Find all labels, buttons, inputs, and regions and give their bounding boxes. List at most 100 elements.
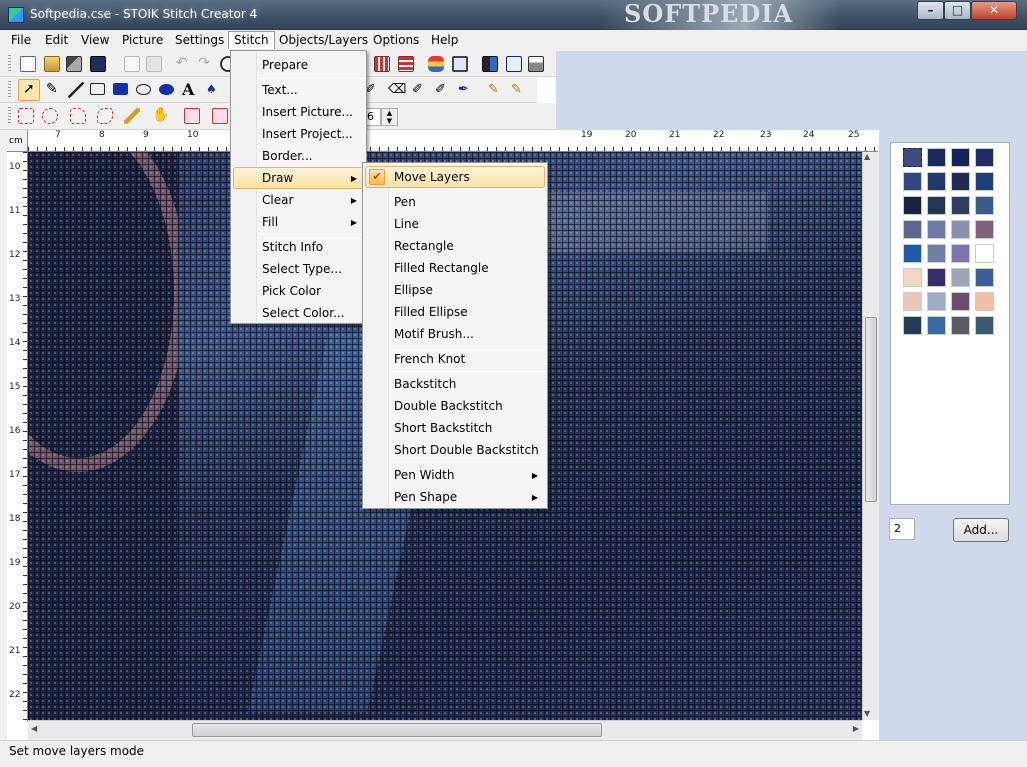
- minimize-button[interactable]: –: [917, 1, 944, 20]
- palette-swatch[interactable]: [951, 244, 970, 263]
- ellipse-select-icon[interactable]: [42, 108, 58, 124]
- menu-item-motif-brush[interactable]: Motif Brush...: [365, 323, 545, 345]
- vertical-scroll-thumb[interactable]: [865, 317, 877, 502]
- menu-item-insert-project[interactable]: Insert Project...: [233, 123, 364, 145]
- close-button[interactable]: ✕: [971, 1, 1017, 20]
- menu-settings[interactable]: Settings: [170, 32, 229, 50]
- new-page-icon[interactable]: [124, 56, 140, 72]
- palette-swatch[interactable]: [927, 292, 946, 311]
- app-icon[interactable]: [8, 7, 24, 23]
- palette-swatch[interactable]: [951, 196, 970, 215]
- palette-swatch[interactable]: [903, 292, 922, 311]
- line-tool-icon[interactable]: [68, 82, 84, 98]
- palette-swatch[interactable]: [927, 196, 946, 215]
- palette-swatch-selected[interactable]: [903, 148, 922, 167]
- grid-view-icon[interactable]: [374, 56, 390, 72]
- freehand-select-icon[interactable]: [97, 108, 113, 124]
- menu-item-french-knot[interactable]: French Knot: [365, 348, 545, 370]
- palette-swatch[interactable]: [975, 196, 994, 215]
- palette-count-input[interactable]: 2: [889, 518, 915, 540]
- menu-item-draw[interactable]: Draw ▶: [233, 167, 364, 189]
- add-color-button[interactable]: Add...: [953, 518, 1009, 542]
- menu-item-pick-color[interactable]: Pick Color: [233, 280, 364, 302]
- menu-item-select-type[interactable]: Select Type...: [233, 258, 364, 280]
- palette-swatch[interactable]: [927, 172, 946, 191]
- palette-swatch[interactable]: [927, 316, 946, 335]
- motif-brush-icon[interactable]: ♠: [206, 82, 222, 98]
- palette-swatch[interactable]: [903, 244, 922, 263]
- polygon-select-icon[interactable]: [70, 108, 86, 124]
- menu-item-rectangle[interactable]: Rectangle: [365, 235, 545, 257]
- toolbar-grip[interactable]: [8, 55, 11, 73]
- palette-swatch[interactable]: [951, 268, 970, 287]
- color-layers-icon[interactable]: [428, 56, 444, 72]
- menu-item-insert-picture[interactable]: Insert Picture...: [233, 101, 364, 123]
- menu-item-pen[interactable]: Pen: [365, 191, 545, 213]
- open-folder-icon[interactable]: [44, 56, 60, 72]
- undo-icon[interactable]: ↶: [176, 56, 192, 72]
- rect-select-icon[interactable]: [18, 108, 34, 124]
- scroll-down-icon[interactable]: ▼: [864, 709, 870, 718]
- pan-hand-icon[interactable]: ✋: [152, 107, 169, 123]
- deselect-icon[interactable]: [212, 108, 228, 124]
- book-icon[interactable]: [482, 56, 498, 72]
- vertical-scrollbar[interactable]: ▲ ▼: [862, 152, 879, 720]
- new-file-icon[interactable]: [20, 56, 36, 72]
- menu-item-pen-shape[interactable]: Pen Shape ▶: [365, 486, 545, 508]
- palette-swatch[interactable]: [903, 172, 922, 191]
- menu-view[interactable]: View: [76, 32, 114, 50]
- menu-item-ellipse[interactable]: Ellipse: [365, 279, 545, 301]
- toolbar-grip[interactable]: [8, 107, 11, 125]
- eraser-tool-icon[interactable]: ⌫: [388, 82, 406, 98]
- palette-swatch[interactable]: [951, 292, 970, 311]
- zoom-spinner[interactable]: ▲ ▼: [381, 108, 398, 126]
- select-color-icon[interactable]: ✎: [511, 82, 527, 98]
- menu-item-filled-ellipse[interactable]: Filled Ellipse: [365, 301, 545, 323]
- scroll-up-icon[interactable]: ▲: [864, 152, 870, 161]
- menu-item-line[interactable]: Line: [365, 213, 545, 235]
- menu-item-clear[interactable]: Clear ▶: [233, 189, 364, 211]
- menu-help[interactable]: Help: [426, 32, 463, 50]
- palette-swatch[interactable]: [927, 148, 946, 167]
- horizontal-scrollbar[interactable]: ◀ ▶: [28, 720, 862, 740]
- menu-item-move-layers[interactable]: ✔ Move Layers: [365, 166, 545, 188]
- menu-item-filled-rectangle[interactable]: Filled Rectangle: [365, 257, 545, 279]
- redo-icon[interactable]: ↷: [198, 56, 214, 72]
- pen-tool-icon[interactable]: ✎: [46, 82, 62, 98]
- scroll-left-icon[interactable]: ◀: [31, 724, 37, 733]
- horizontal-scroll-thumb[interactable]: [192, 723, 602, 737]
- menu-item-double-backstitch[interactable]: Double Backstitch: [365, 395, 545, 417]
- save-icon[interactable]: [90, 56, 106, 72]
- menu-file[interactable]: File: [6, 32, 36, 50]
- palette-swatch[interactable]: [951, 172, 970, 191]
- magic-wand-icon[interactable]: [124, 108, 140, 124]
- menu-item-select-color[interactable]: Select Color...: [233, 302, 364, 324]
- palette-swatch[interactable]: [927, 220, 946, 239]
- scroll-right-icon[interactable]: ▶: [853, 724, 859, 733]
- print-icon[interactable]: [528, 56, 544, 72]
- menu-item-short-backstitch[interactable]: Short Backstitch: [365, 417, 545, 439]
- select-all-icon[interactable]: [184, 108, 200, 124]
- palette-swatch[interactable]: [975, 220, 994, 239]
- fit-page-icon[interactable]: [452, 56, 468, 72]
- double-backstitch-icon[interactable]: ✐: [435, 82, 451, 98]
- copy-icon[interactable]: [146, 56, 162, 72]
- menu-options[interactable]: Options: [368, 32, 424, 50]
- ellipse-tool-icon[interactable]: [136, 84, 151, 95]
- grid-large-icon[interactable]: [398, 56, 414, 72]
- maximize-button[interactable]: □: [944, 1, 971, 20]
- palette-swatch[interactable]: [951, 316, 970, 335]
- scan-icon[interactable]: [66, 56, 82, 72]
- palette-swatch[interactable]: [927, 268, 946, 287]
- menu-edit[interactable]: Edit: [40, 32, 73, 50]
- menu-item-prepare[interactable]: Prepare: [233, 54, 364, 76]
- menu-item-text[interactable]: Text...: [233, 79, 364, 101]
- menu-item-stitch-info[interactable]: Stitch Info: [233, 236, 364, 258]
- rectangle-tool-icon[interactable]: [90, 83, 105, 95]
- palette-swatch[interactable]: [951, 220, 970, 239]
- menu-item-fill[interactable]: Fill ▶: [233, 211, 364, 233]
- print-preview-icon[interactable]: [506, 56, 522, 72]
- backstitch-tool-icon[interactable]: ✐: [365, 82, 381, 98]
- menu-stitch[interactable]: Stitch: [228, 31, 275, 49]
- palette-swatch[interactable]: [975, 316, 994, 335]
